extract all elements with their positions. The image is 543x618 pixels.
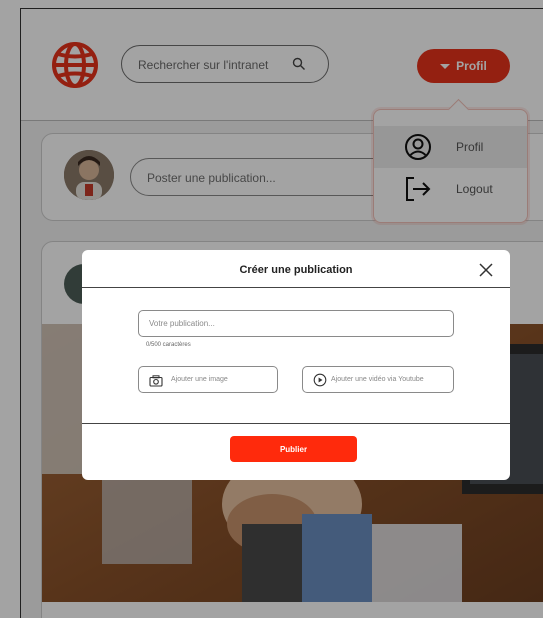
- close-icon[interactable]: [478, 262, 494, 278]
- modal-footer-divider: [82, 423, 510, 424]
- add-video-button[interactable]: Ajouter une vidéo via Youtube: [302, 366, 454, 393]
- char-counter: 0/500 caractères: [146, 342, 191, 348]
- modal-header-divider: [82, 287, 510, 288]
- modal-title: Créer une publication: [239, 264, 353, 276]
- publication-text-input[interactable]: Votre publication...: [138, 310, 454, 337]
- add-video-label: Ajouter une vidéo via Youtube: [331, 376, 424, 383]
- add-image-label: Ajouter une image: [171, 376, 228, 383]
- add-image-button[interactable]: Ajouter une image: [138, 366, 278, 393]
- play-circle-icon: [313, 373, 327, 387]
- create-post-modal: Créer une publication Votre publication.…: [82, 250, 510, 480]
- camera-icon: [149, 374, 163, 387]
- publication-placeholder: Votre publication...: [149, 319, 215, 328]
- publish-button[interactable]: Publier: [230, 436, 357, 462]
